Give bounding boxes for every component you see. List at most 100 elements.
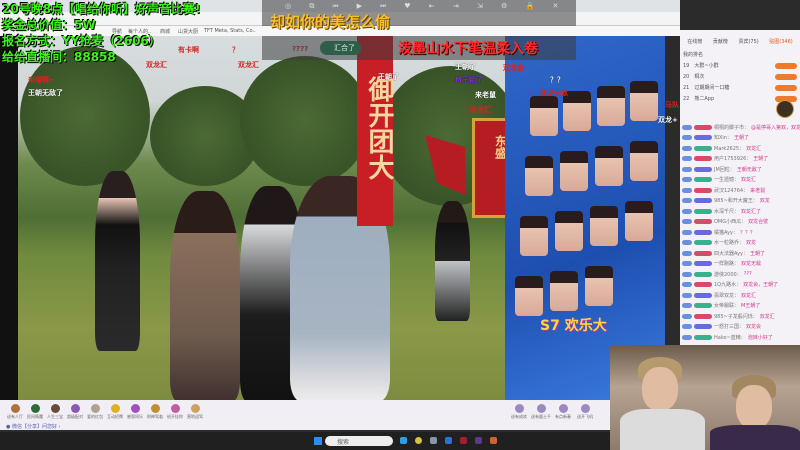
rank-name: 桐次 (694, 74, 705, 80)
player-controls[interactable]: ◎ ⧉ ⏮ ▶ ⏭ ♥ ⇤ ⇥ ⇲ ⚙ 🔒 ✕ (285, 2, 566, 11)
chat-message: 1Q九路水： 双龙会，王朝了 (680, 280, 800, 291)
chat-username[interactable]: Mark2625： (714, 145, 744, 152)
gift-item[interactable]: 送有人厅 (4, 404, 26, 420)
app-icon[interactable] (475, 437, 482, 444)
chat-username[interactable]: 985~子龙般闪烁： (714, 313, 758, 320)
gift-item[interactable]: 财神驾临 (144, 404, 166, 420)
chat-text: ？？？ (740, 229, 756, 236)
chat-username[interactable]: 一怒打三国： (714, 323, 744, 330)
gift-icon (50, 404, 60, 413)
chat-message-list[interactable]: 桐桐的脚子市：@是停哥入第双，双龙汇知Xin：王朝了Mark2625：双龙汇用户… (680, 122, 800, 343)
rank-row[interactable]: 20 桐次 (680, 71, 800, 82)
chat-username[interactable]: OMG小西瓜： (714, 218, 746, 225)
edge-icon[interactable] (400, 437, 407, 444)
my-rank: 我的排名 (680, 49, 800, 60)
fan-badge (694, 292, 712, 298)
chat-username[interactable]: 女帝踢联： (714, 302, 739, 309)
tab-stickers[interactable]: 贴图(346) (769, 38, 792, 45)
chat-message: 四大法器Ayy： 王朝了 (680, 248, 800, 259)
danmaku: 来老鼠 (475, 91, 496, 99)
app-icon[interactable] (445, 437, 452, 444)
gift-item[interactable]: 超级配对 (64, 404, 86, 420)
gift-icon (150, 404, 160, 413)
chat-text: 双龙汇 (759, 313, 775, 320)
rank-number: 22 (683, 95, 690, 102)
gift-item[interactable]: 营地迎驾 (184, 404, 206, 420)
gift-label: 感恩同乐 (127, 414, 143, 419)
gift-item[interactable]: 感恩同乐 (124, 404, 146, 420)
gift-item[interactable]: 民间情魔 (24, 404, 46, 420)
chat-username[interactable]: 水深千尺： (714, 208, 739, 215)
rank-row[interactable]: 21 过期期间一口糖 (680, 82, 800, 93)
chat-username[interactable]: 知Xin： (714, 134, 732, 141)
chat-username[interactable]: 武汉124764： (714, 187, 748, 194)
gift-item[interactable]: 送有量土千 (530, 404, 552, 420)
tab-vip[interactable]: 贵宾(75) (738, 38, 758, 45)
chat-username[interactable]: 985~和开大魔王： (714, 197, 758, 204)
rank-number: 21 (683, 84, 690, 91)
app-icon[interactable] (430, 437, 437, 444)
gift-label: 营地迎驾 (187, 414, 203, 419)
share-notice[interactable]: ● 微信【分享】问您好 › (6, 423, 61, 430)
gift-icon (190, 404, 200, 413)
danmaku: ？？ (550, 76, 564, 84)
chat-message: 水深千尺： 双龙汇了 (680, 206, 800, 217)
chat-username[interactable]: 水一粒路乔： (714, 239, 744, 246)
fan-badge (694, 156, 712, 162)
chat-message: 水一粒路乔： 双龙 (680, 238, 800, 249)
banner-text: 御开团大 (364, 76, 394, 180)
chat-username[interactable]: 四大法器Ayy： (714, 250, 748, 257)
level-badge (682, 261, 692, 267)
taskbar-search[interactable]: 搜索 (325, 436, 393, 446)
chat-username[interactable]: 翡翠双龙： (714, 292, 739, 299)
fan-badge (694, 282, 712, 288)
chat-username[interactable]: JM回粒： (714, 166, 735, 173)
rank-row[interactable]: 19 大群~小群 (680, 60, 800, 71)
danmaku: 马队 (665, 101, 679, 109)
gift-item[interactable]: 有点新春 (552, 404, 574, 420)
gift-item[interactable]: 互动招牌 (104, 404, 126, 420)
fan-badge (694, 313, 712, 319)
gift-item[interactable]: 送有成欢 (508, 404, 530, 420)
gift-item[interactable]: 爱的红包 (84, 404, 106, 420)
bookmark[interactable]: TFT Meta, Stats, Co.. (204, 28, 256, 34)
chat-username[interactable]: 一样跑路： (714, 260, 739, 267)
app-icon[interactable] (460, 437, 467, 444)
fan-badge (694, 303, 712, 309)
chat-username[interactable]: 用户1753926： (714, 155, 751, 162)
chat-message: 武汉124764： 来老鼠 (680, 185, 800, 196)
gift-icon (536, 404, 546, 413)
person (95, 171, 140, 351)
app-icon[interactable] (415, 437, 422, 444)
gift-label: 有点新春 (555, 414, 571, 419)
chat-username[interactable]: 橘猫Ayy： (714, 229, 738, 236)
chat-text: 王朝无敌了 (736, 166, 762, 173)
chat-username[interactable]: 桐桐的脚子市： (714, 124, 749, 131)
gift-label: 人生三宝 (47, 414, 63, 419)
chat-text: ??? (743, 271, 752, 278)
gift-item[interactable]: 给开挂你 (164, 404, 186, 420)
tab-contribution[interactable]: 贡献榜 (713, 38, 728, 45)
danmaku: 双龙汇 (470, 106, 491, 114)
chat-username[interactable]: 游侠2000： (714, 271, 742, 278)
chat-username[interactable]: 一生遗憾： (714, 176, 739, 183)
gift-icon (558, 404, 568, 413)
level-badge (682, 229, 692, 235)
danmaku: 双龙会 (503, 64, 524, 72)
windows-start-icon[interactable] (314, 437, 322, 445)
gift-icon (130, 404, 140, 413)
chat-message: 翡翠双龙： 双龙汇 (680, 290, 800, 301)
chat-username[interactable]: Hako~蓝精： (714, 334, 746, 341)
rank-name: 大群~小群 (694, 63, 719, 69)
avatar[interactable] (776, 100, 794, 118)
chat-text: 双龙合璧 (748, 219, 769, 226)
chat-username[interactable]: 1Q九路水： (714, 281, 741, 288)
app-icon[interactable] (490, 437, 497, 444)
chat-message: 桐桐的脚子市：@是停哥入第双，双龙汇 (680, 122, 800, 133)
gift-item[interactable]: 人生三宝 (44, 404, 66, 420)
poster-logo: S7 欢乐大 (540, 318, 607, 334)
chat-text: 双龙会，王朝了 (743, 282, 779, 289)
level-badge (682, 271, 692, 277)
tab-online[interactable]: 在线榜 (687, 38, 702, 45)
gift-item[interactable]: 送开飞机 (574, 404, 596, 420)
